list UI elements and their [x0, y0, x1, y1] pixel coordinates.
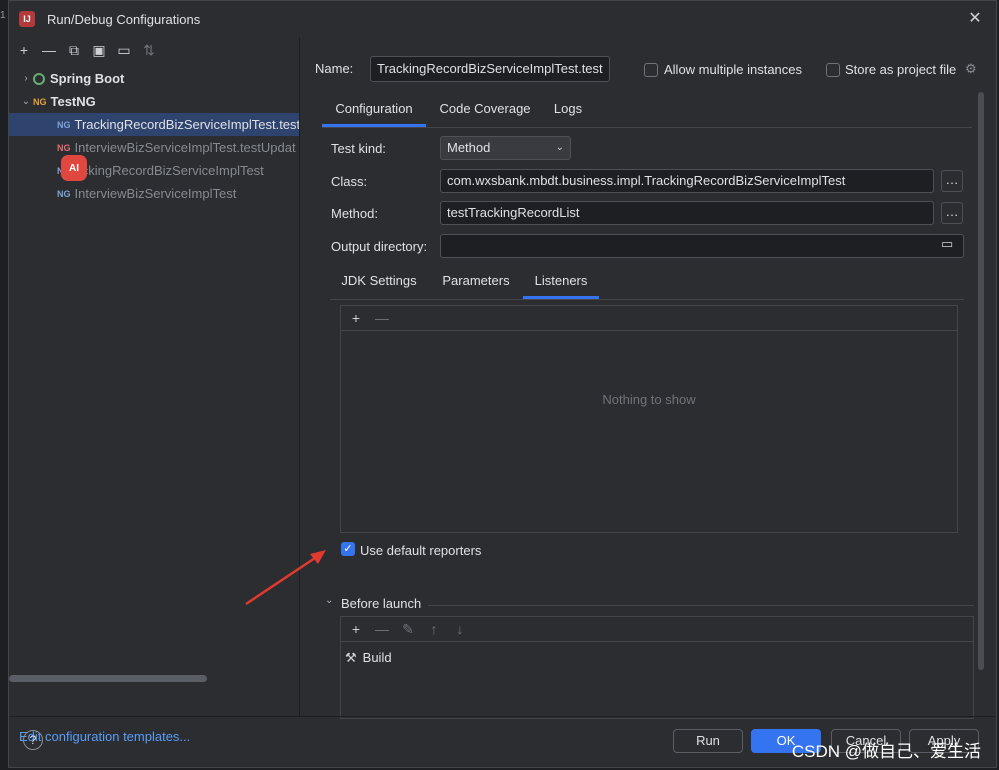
allow-multiple-label: Allow multiple instances [664, 62, 803, 77]
name-label: Name: [315, 61, 354, 76]
name-field[interactable]: TrackingRecordBizServiceImplTest.test [370, 56, 610, 82]
before-launch-label[interactable]: Before launch [341, 596, 421, 611]
subtab-divider [330, 299, 964, 300]
listeners-toolbar: + — [341, 306, 957, 331]
subtab-jdk-settings[interactable]: JDK Settings [336, 266, 422, 296]
test-kind-label: Test kind: [331, 141, 386, 156]
folder-icon[interactable]: ▭ [941, 236, 953, 252]
add-icon[interactable]: + [347, 620, 365, 638]
output-dir-label: Output directory: [331, 239, 428, 254]
tab-configuration[interactable]: Configuration [322, 94, 426, 127]
subtab-parameters[interactable]: Parameters [438, 266, 514, 296]
remove-icon[interactable]: — [40, 41, 58, 59]
testng-icon: NG [57, 188, 71, 199]
config-tree: › Spring Boot ⌄ NG TestNG NG TrackingRec… [9, 67, 299, 205]
build-label: Build [362, 650, 392, 665]
annotation-arrow [245, 550, 326, 606]
listeners-panel: + — Nothing to show [340, 305, 958, 533]
method-field[interactable]: testTrackingRecordList [440, 201, 934, 225]
tree-item-spring-boot[interactable]: › Spring Boot [9, 67, 299, 90]
run-button[interactable]: Run [673, 729, 743, 753]
store-project-label: Store as project file [845, 62, 957, 77]
class-label: Class: [331, 174, 368, 189]
folder-icon[interactable]: ▭ [115, 41, 133, 59]
store-project-checkbox[interactable] [826, 63, 840, 77]
test-kind-value: Method [447, 140, 491, 155]
tree-item-interview-update[interactable]: NG InterviewBizServiceImplTest.testUpdat [9, 136, 299, 159]
tree-item-label: InterviewBizServiceImplTest.testUpdat [74, 140, 296, 155]
testng-error-icon: NG [57, 142, 71, 153]
annotation-arrow-head [310, 550, 326, 564]
class-browse-button[interactable]: … [941, 170, 963, 192]
title-bar: IJ Run/Debug Configurations ✕ [9, 1, 996, 37]
method-browse-button[interactable]: … [941, 202, 963, 224]
edit-icon[interactable]: ✎ [399, 620, 417, 638]
tree-toolbar: + — ⧉ ▣ ▭ ⇅ [9, 37, 299, 63]
background-edge: 1 [0, 10, 6, 21]
before-launch-item-build[interactable]: ⚒ Build [341, 646, 973, 669]
tree-item-label: TrackingRecordBizServiceImplTest.test [74, 117, 300, 132]
remove-icon[interactable]: — [373, 309, 391, 327]
run-debug-dialog: IJ Run/Debug Configurations ✕ + — ⧉ ▣ ▭ … [8, 0, 997, 768]
output-dir-field[interactable] [440, 234, 964, 258]
copy-icon[interactable]: ⧉ [65, 41, 83, 59]
use-default-reporters-checkbox[interactable]: ✓ [341, 542, 355, 556]
close-icon[interactable]: ✕ [966, 10, 984, 28]
config-tree-panel: + — ⧉ ▣ ▭ ⇅ › Spring Boot ⌄ NG TestNG NG… [9, 37, 300, 744]
move-up-icon[interactable]: ↑ [425, 620, 443, 638]
tree-item-label: InterviewBizServiceImplTest [74, 186, 237, 201]
tree-item-tracking-test[interactable]: NG TrackingRecordBizServiceImplTest.test [9, 113, 299, 136]
tab-logs[interactable]: Logs [548, 94, 588, 124]
empty-state-text: Nothing to show [602, 392, 696, 407]
csdn-watermark: CSDN @做自己、爱生活 [791, 742, 981, 761]
annotation-arrow-line [245, 554, 319, 606]
save-icon[interactable]: ▣ [90, 41, 108, 59]
testng-icon: NG [33, 96, 47, 107]
subtab-listeners[interactable]: Listeners [523, 266, 599, 299]
tree-item-label: TestNG [50, 94, 96, 109]
testng-icon: NG [57, 119, 71, 130]
help-icon[interactable]: ? [23, 730, 43, 750]
test-kind-select[interactable]: Method ⌄ [440, 136, 571, 160]
before-launch-toolbar: + — ✎ ↑ ↓ [341, 617, 973, 642]
ai-assistant-icon[interactable]: AI [61, 155, 87, 181]
dialog-title: Run/Debug Configurations [47, 11, 201, 27]
class-field[interactable]: com.wxsbank.mbdt.business.impl.TrackingR… [440, 169, 934, 193]
move-down-icon[interactable]: ↓ [451, 620, 469, 638]
tree-item-label: ackingRecordBizServiceImplTest [74, 163, 264, 178]
intellij-icon: IJ [19, 11, 35, 27]
tab-divider [322, 127, 972, 128]
chevron-down-icon: ⌄ [555, 142, 564, 153]
add-icon[interactable]: + [15, 41, 33, 59]
config-form: Name: TrackingRecordBizServiceImplTest.t… [300, 37, 996, 719]
gear-icon[interactable]: ⚙ [965, 61, 977, 77]
add-icon[interactable]: + [347, 309, 365, 327]
chevron-right-icon[interactable]: › [19, 73, 33, 84]
tab-code-coverage[interactable]: Code Coverage [435, 94, 535, 124]
tree-item-interview-class[interactable]: NG InterviewBizServiceImplTest [9, 182, 299, 205]
tree-item-label: Spring Boot [50, 71, 125, 86]
remove-icon[interactable]: — [373, 620, 391, 638]
allow-multiple-checkbox[interactable] [644, 63, 658, 77]
vertical-scrollbar[interactable] [978, 92, 984, 670]
use-default-reporters-label: Use default reporters [360, 543, 482, 558]
spring-boot-icon [33, 72, 45, 85]
build-icon: ⚒ [345, 649, 357, 665]
horizontal-scrollbar[interactable] [9, 675, 207, 682]
before-launch-divider [428, 605, 974, 606]
method-label: Method: [331, 206, 378, 221]
chevron-down-icon[interactable]: ⌄ [19, 96, 33, 107]
tree-item-testng[interactable]: ⌄ NG TestNG [9, 90, 299, 113]
sort-icon[interactable]: ⇅ [140, 41, 158, 59]
before-launch-panel: + — ✎ ↑ ↓ ⚒ Build [340, 616, 974, 719]
tree-item-tracking-class[interactable]: NG ackingRecordBizServiceImplTest [9, 159, 299, 182]
